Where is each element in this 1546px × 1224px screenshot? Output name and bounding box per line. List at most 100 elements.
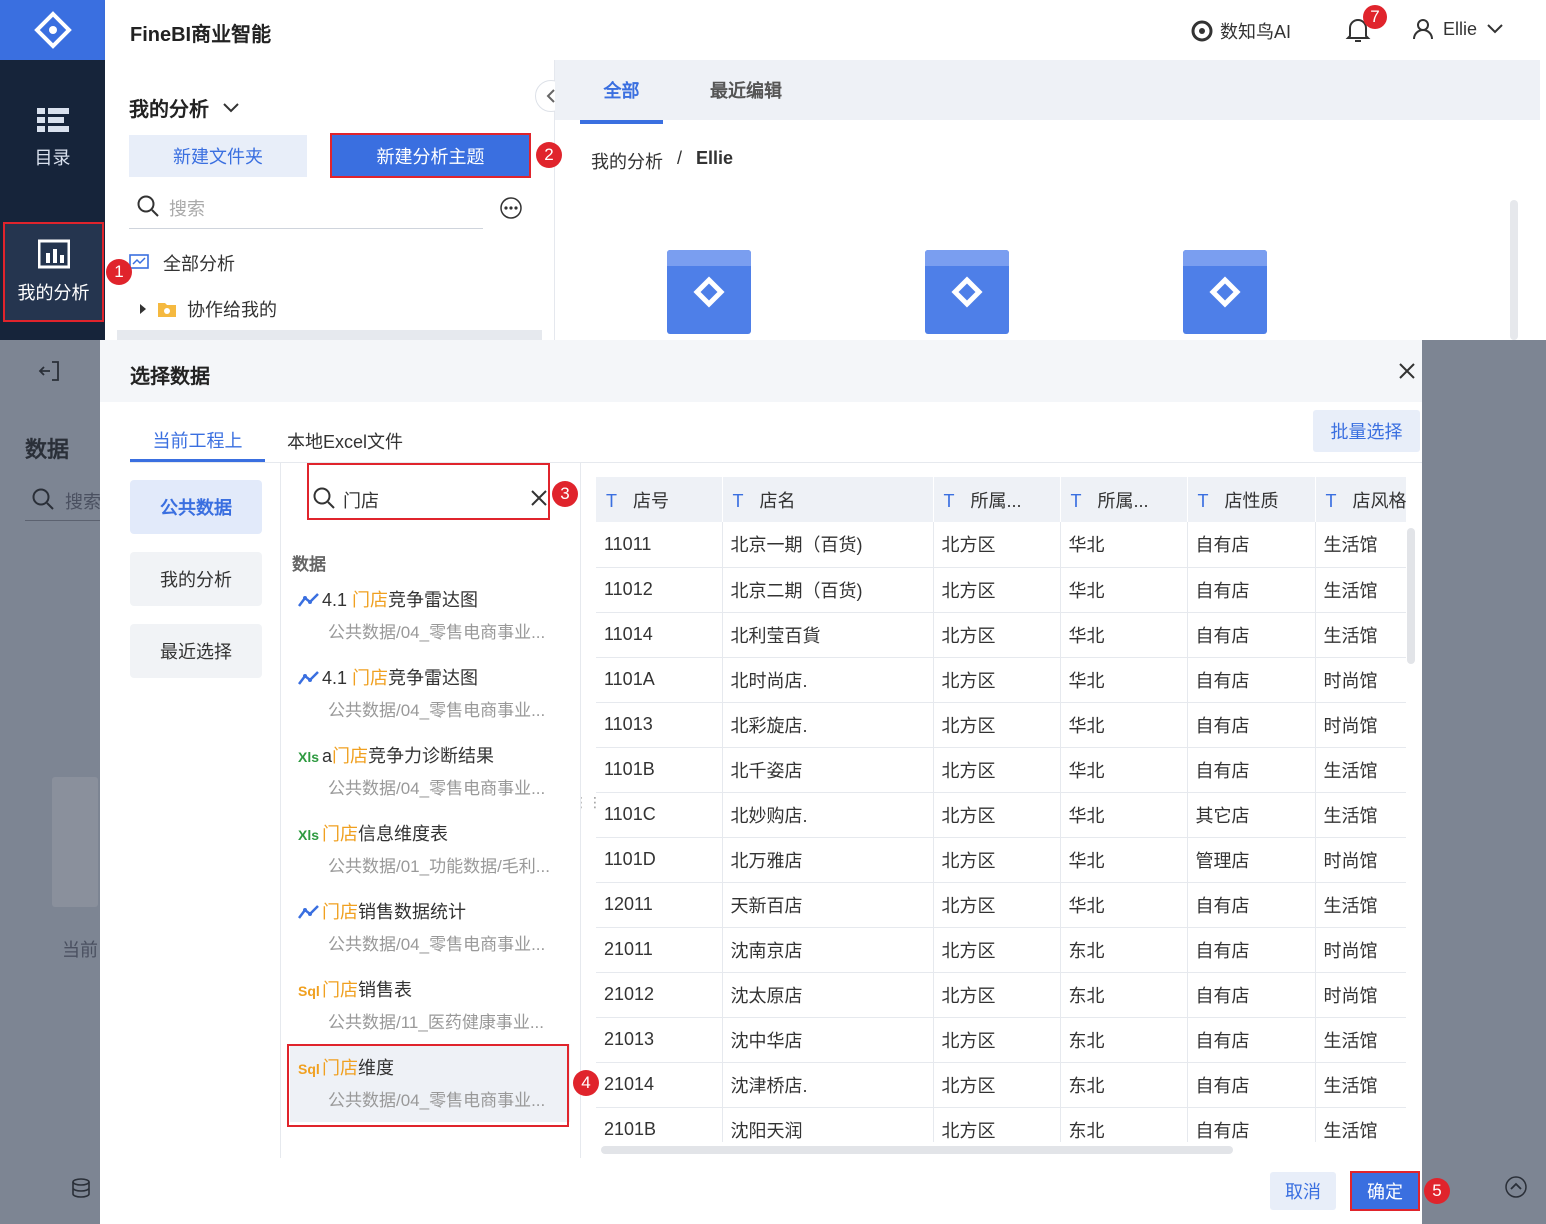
subject-icon — [951, 276, 983, 308]
result-path: 公共数据/04_零售电商事业... — [328, 779, 546, 798]
caret-right-icon — [140, 304, 146, 314]
result-title: 4.1 门店竞争雷达图 — [298, 664, 478, 690]
more-options-button[interactable] — [499, 196, 523, 225]
tab-recent[interactable]: 最近编辑 — [710, 60, 782, 120]
result-item[interactable]: 门店销售数据统计 公共数据/04_零售电商事业... — [290, 888, 570, 966]
table-cell: 北方区 — [933, 702, 1061, 748]
column-header[interactable]: T 所属... — [1060, 477, 1188, 522]
tab-all[interactable]: 全部 — [580, 60, 663, 124]
close-dialog-button[interactable] — [1398, 362, 1416, 385]
column-header[interactable]: T 店号 — [596, 477, 723, 522]
table-cell: 北彩旋店. — [722, 702, 934, 748]
table-row: 1101A 北时尚店. 北方区 华北 自有店 时尚馆 — [596, 657, 1406, 703]
logo[interactable] — [0, 0, 105, 60]
table-cell: 1101A — [596, 657, 723, 703]
subject-card[interactable] — [925, 250, 1009, 334]
logo-icon — [33, 11, 72, 49]
confirm-button[interactable]: 确定 — [1350, 1171, 1420, 1211]
user-name: Ellie — [1443, 18, 1478, 39]
search-icon — [313, 487, 335, 509]
result-item[interactable]: 4.1 门店竞争雷达图公共数据/04_零售电商事业... — [290, 654, 570, 732]
category-public-data[interactable]: 公共数据 — [130, 480, 262, 534]
batch-select-button[interactable]: 批量选择 — [1313, 410, 1420, 452]
text-type-icon: T — [1197, 490, 1209, 511]
data-preview-table: T 店号 T 店名 T 所属... T 所属... T 店性质 T 店风格 11011 北京一期（百货)… — [596, 477, 1406, 1142]
line-chart-icon — [298, 670, 322, 689]
table-cell: 时尚馆 — [1315, 657, 1406, 703]
search-input[interactable]: 搜索 — [129, 193, 483, 229]
category-my-analysis[interactable]: 我的分析 — [130, 552, 262, 606]
tree-item-shared[interactable]: 协作给我的 — [139, 296, 277, 322]
user-menu[interactable]: Ellie — [1413, 18, 1503, 40]
table-cell: 自有店 — [1187, 972, 1316, 1018]
table-cell: 华北 — [1060, 882, 1188, 928]
table-cell: 生活馆 — [1315, 567, 1406, 613]
table-cell: 自有店 — [1187, 1062, 1316, 1108]
table-body: 11011 北京一期（百货) 北方区 华北 自有店 生活馆 11012 北京二期（百货) 北方区… — [596, 522, 1406, 1142]
subject-card[interactable] — [667, 250, 751, 334]
table-cell: 1101D — [596, 837, 723, 883]
new-subject-button[interactable]: 新建分析主题 — [330, 133, 531, 178]
column-header[interactable]: T 店风格 — [1315, 477, 1406, 522]
result-item[interactable]: Xls a门店竞争力诊断结果 公共数据/04_零售电商事业... — [290, 732, 570, 810]
table-cell: 东北 — [1060, 1017, 1188, 1063]
result-title-match: 门店 — [322, 980, 358, 1000]
tab-local-excel[interactable]: 本地Excel文件 — [287, 420, 403, 462]
table-row: 21011 沈南京店 北方区 东北 自有店 时尚馆 — [596, 927, 1406, 973]
tree-item-all-analysis[interactable]: 全部分析 — [129, 250, 235, 276]
table-cell: 11013 — [596, 702, 723, 748]
table-cell: 华北 — [1060, 657, 1188, 703]
column-header[interactable]: T 店性质 — [1187, 477, 1316, 522]
result-item[interactable]: Sql 门店销售表 公共数据/11_医药健康事业... — [290, 966, 570, 1044]
subject-card[interactable] — [1183, 250, 1267, 334]
vertical-scrollbar[interactable] — [1407, 528, 1415, 664]
result-title-match: 门店 — [322, 902, 358, 922]
table-cell: 北方区 — [933, 1107, 1061, 1142]
horizontal-scrollbar[interactable] — [601, 1146, 1233, 1154]
analysis-icon — [37, 239, 70, 269]
table-cell: 北方区 — [933, 1017, 1061, 1063]
tab-current-project[interactable]: 当前工程上 — [130, 420, 265, 462]
table-row: 1101B 北千姿店 北方区 华北 自有店 生活馆 — [596, 747, 1406, 793]
ai-assistant-button[interactable]: 数知鸟AI — [1190, 18, 1291, 44]
scrollbar[interactable] — [1510, 200, 1518, 340]
close-icon — [1399, 363, 1415, 379]
column-header[interactable]: T 所属... — [933, 477, 1061, 522]
new-folder-button[interactable]: 新建文件夹 — [129, 135, 307, 177]
selected-row — [117, 330, 542, 340]
bird-icon — [1191, 20, 1213, 42]
nav-catalog-label: 目录 — [34, 148, 71, 168]
result-path: 公共数据/04_零售电商事业... — [328, 701, 546, 720]
result-title-suffix: 竞争力诊断结果 — [368, 746, 495, 766]
notification-badge: 7 — [1363, 5, 1387, 29]
table-cell: 自有店 — [1187, 1107, 1316, 1142]
cancel-button[interactable]: 取消 — [1270, 1172, 1336, 1210]
table-cell: 1101C — [596, 792, 723, 838]
chevron-down-icon — [223, 102, 239, 112]
result-item[interactable]: Xls 门店信息维度表 公共数据/01_功能数据/毛利... — [290, 810, 570, 888]
behind-current-label: 当前 — [62, 940, 98, 960]
result-title-prefix: a — [322, 746, 333, 766]
table-cell: 21013 — [596, 1017, 723, 1063]
clear-icon[interactable] — [531, 490, 547, 506]
table-cell: 时尚馆 — [1315, 972, 1406, 1018]
nav-item-catalog[interactable]: 目录 — [0, 88, 105, 188]
analysis-panel: 我的分析 新建文件夹 新建分析主题 搜索 全部分析 协作给我的 — [105, 60, 567, 340]
user-icon — [1413, 19, 1433, 40]
result-title: Xls 门店信息维度表 — [298, 820, 448, 846]
line-chart-icon — [298, 904, 322, 923]
nav-item-my-analysis[interactable]: 我的分析 — [3, 222, 104, 322]
dataset-search-input[interactable]: 门店 — [307, 463, 550, 520]
table-row: 1101D 北万雅店 北方区 华北 管理店 时尚馆 — [596, 837, 1406, 883]
table-cell: 管理店 — [1187, 837, 1316, 883]
table-cell: 东北 — [1060, 927, 1188, 973]
column-header[interactable]: T 店名 — [722, 477, 934, 522]
table-cell: 生活馆 — [1315, 1017, 1406, 1063]
table-cell: 沈阳天润 — [722, 1107, 934, 1142]
result-item[interactable]: 4.1 门店竞争雷达图 公共数据/04_零售电商事业... — [290, 576, 570, 654]
table-cell: 华北 — [1060, 837, 1188, 883]
table-cell: 北方区 — [933, 882, 1061, 928]
breadcrumb-root[interactable]: 我的分析 — [591, 148, 663, 174]
panel-heading[interactable]: 我的分析 — [129, 93, 239, 122]
category-recent[interactable]: 最近选择 — [130, 624, 262, 678]
